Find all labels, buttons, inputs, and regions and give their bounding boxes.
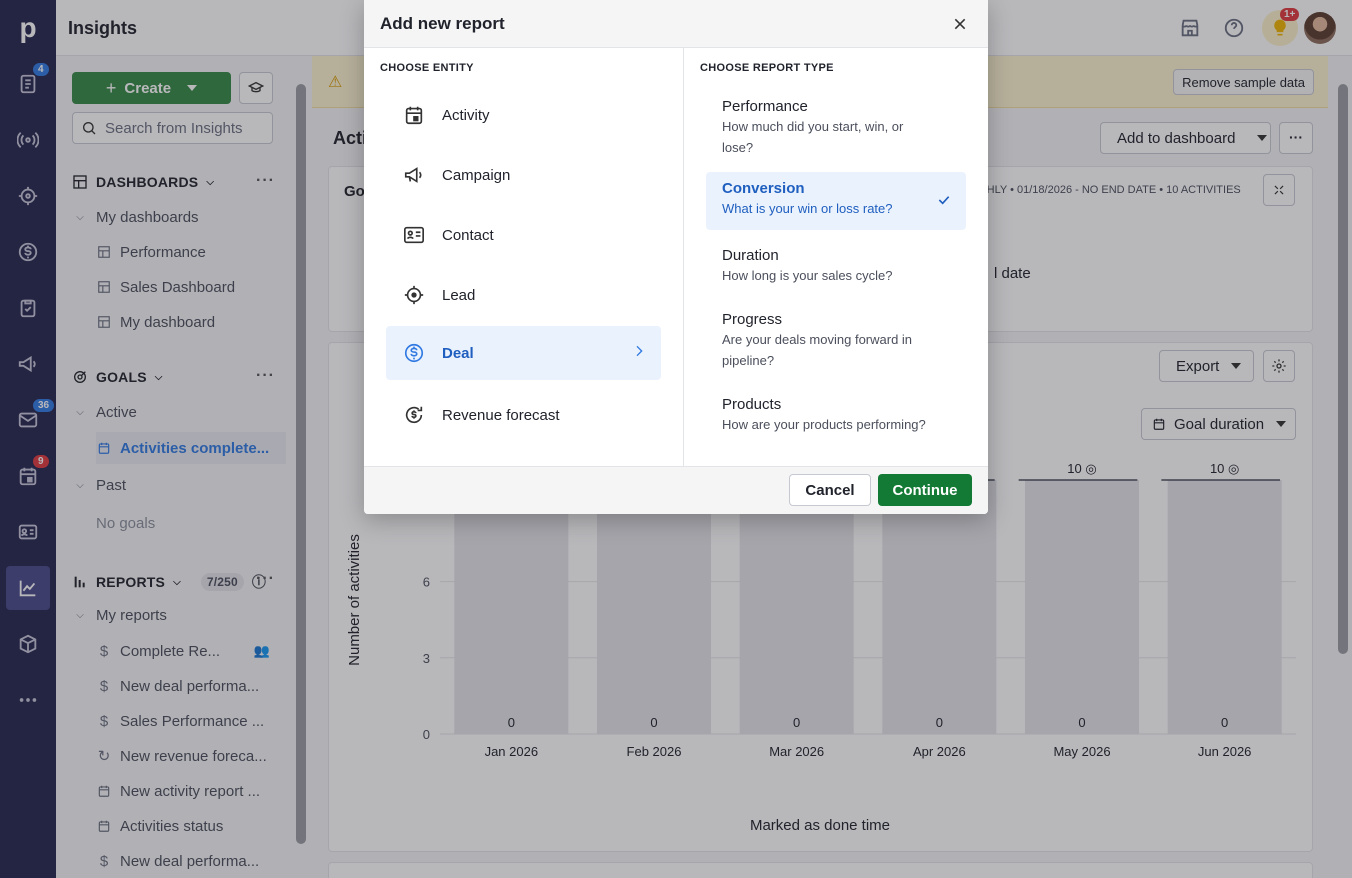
entity-activity[interactable]: Activity — [386, 88, 661, 142]
report-type-products[interactable]: Products How are your products performin… — [706, 388, 966, 443]
dollar-circle-icon — [402, 341, 426, 365]
check-icon — [936, 192, 952, 211]
entity-column-label: CHOOSE ENTITY — [380, 62, 474, 74]
report-type-column: CHOOSE REPORT TYPE Performance How much … — [684, 48, 988, 466]
modal-header: Add new report — [364, 0, 988, 48]
entity-lead[interactable]: Lead — [386, 268, 661, 322]
entity-label: Campaign — [442, 166, 511, 184]
close-icon — [954, 18, 966, 30]
calendar-icon — [402, 103, 426, 127]
entity-campaign[interactable]: Campaign — [386, 148, 661, 202]
report-type-title: Performance — [722, 98, 808, 115]
report-type-desc: What is your win or loss rate? — [722, 201, 893, 216]
entity-label: Activity — [442, 106, 490, 124]
entity-label: Contact — [442, 226, 494, 244]
add-report-modal: Add new report CHOOSE ENTITY Activity Ca… — [364, 0, 988, 514]
chevron-right-icon — [631, 343, 647, 363]
megaphone-icon — [402, 163, 426, 187]
report-type-progress[interactable]: Progress Are your deals moving forward i… — [706, 303, 966, 379]
modal-footer: Cancel Continue — [364, 466, 988, 514]
entity-label: Deal — [442, 344, 474, 362]
report-type-desc: Are your deals moving forward in pipelin… — [722, 332, 913, 368]
report-type-desc: How are your products performing? — [722, 417, 926, 432]
entity-contact[interactable]: Contact — [386, 208, 661, 262]
entity-column: CHOOSE ENTITY Activity Campaign Contact … — [364, 48, 684, 466]
close-button[interactable] — [948, 12, 972, 36]
report-type-title: Conversion — [722, 180, 805, 197]
report-type-title: Duration — [722, 247, 779, 264]
report-type-duration[interactable]: Duration How long is your sales cycle? — [706, 239, 966, 294]
entity-deal[interactable]: Deal — [386, 326, 661, 380]
report-type-column-label: CHOOSE REPORT TYPE — [700, 62, 834, 74]
modal-title: Add new report — [380, 14, 505, 33]
entity-label: Lead — [442, 286, 476, 304]
report-type-desc: How much did you start, win, or lose? — [722, 119, 904, 155]
report-type-desc: How long is your sales cycle? — [722, 268, 893, 283]
contact-card-icon — [402, 223, 426, 247]
target-icon — [402, 283, 426, 307]
entity-label: Revenue forecast — [442, 406, 560, 424]
continue-button[interactable]: Continue — [878, 474, 972, 506]
entity-revenue-forecast[interactable]: Revenue forecast — [386, 388, 661, 442]
revenue-forecast-icon — [402, 403, 426, 427]
report-type-performance[interactable]: Performance How much did you start, win,… — [706, 90, 966, 166]
report-type-title: Products — [722, 396, 782, 413]
report-type-title: Progress — [722, 311, 783, 328]
cancel-button[interactable]: Cancel — [789, 474, 871, 506]
report-type-conversion[interactable]: Conversion What is your win or loss rate… — [706, 172, 966, 230]
